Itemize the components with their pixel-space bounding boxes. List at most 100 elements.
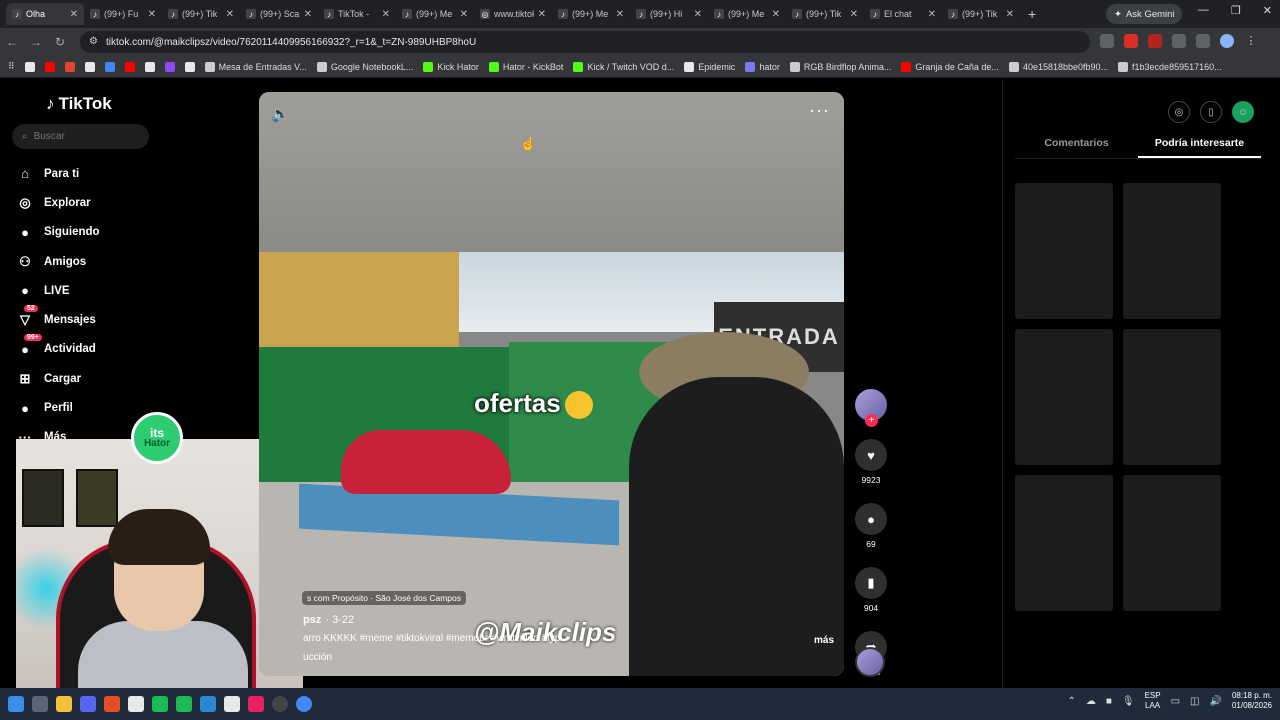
like-action[interactable]: ♥ 9923 bbox=[855, 439, 887, 485]
app-icon[interactable] bbox=[128, 696, 144, 712]
bookmark-item[interactable] bbox=[184, 61, 195, 72]
app-icon[interactable] bbox=[248, 696, 264, 712]
chrome-icon[interactable] bbox=[296, 696, 312, 712]
bookmark-item[interactable] bbox=[144, 61, 155, 72]
url-field[interactable]: ⚙ tiktok.com/@maikclipsz/video/762011440… bbox=[80, 31, 1090, 53]
bookmark-item[interactable]: Kick / Twitch VOD d... bbox=[573, 61, 674, 72]
tab-close-icon[interactable]: ✕ bbox=[148, 9, 156, 20]
sidebar-item[interactable]: ◎ Explorar bbox=[16, 188, 100, 217]
video-player[interactable]: ENTRADA ofertas 🔈 ··· @Maikclips s com P… bbox=[259, 92, 844, 676]
tab-close-icon[interactable]: ✕ bbox=[460, 9, 468, 20]
creator-avatar[interactable]: + bbox=[855, 389, 887, 427]
volume-icon[interactable]: 🔊 bbox=[1210, 696, 1222, 707]
bookmark-item[interactable]: hator bbox=[745, 61, 780, 72]
language-indicator[interactable]: ESP LAA bbox=[1145, 691, 1161, 710]
sidebar-item[interactable]: ⌂ Para ti bbox=[16, 159, 100, 188]
author-name[interactable]: psz bbox=[303, 614, 321, 626]
bookmark-item[interactable] bbox=[124, 61, 135, 72]
extension-icon[interactable] bbox=[1100, 34, 1114, 48]
back-icon[interactable]: ← bbox=[0, 35, 24, 49]
tab-close-icon[interactable]: ✕ bbox=[772, 9, 780, 20]
bookmark-item[interactable] bbox=[44, 61, 55, 72]
spotify-icon[interactable] bbox=[176, 696, 192, 712]
description-more-link[interactable]: más bbox=[814, 635, 834, 646]
menu-icon[interactable]: ⋮ bbox=[1244, 34, 1258, 48]
bookmark-item[interactable]: Granja de Caña de... bbox=[901, 61, 999, 72]
clock[interactable]: 08:18 p. m. 01/08/2026 bbox=[1232, 691, 1272, 711]
bookmark-icon[interactable]: ▮ bbox=[855, 567, 887, 599]
extension-icon[interactable] bbox=[1124, 34, 1138, 48]
bookmark-item[interactable]: Hator - KickBot bbox=[488, 61, 563, 72]
browser-tab[interactable]: ♪ Olha ✕ bbox=[6, 3, 84, 25]
network-icon[interactable]: ◫ bbox=[1190, 696, 1199, 707]
bookmark-item[interactable]: f1b3ecde859517160... bbox=[1118, 61, 1222, 72]
tab-close-icon[interactable]: ✕ bbox=[928, 9, 936, 20]
browser-tab[interactable]: ♪ El chat ✕ bbox=[864, 3, 942, 25]
tab-close-icon[interactable]: ✕ bbox=[304, 9, 312, 20]
browser-tab[interactable]: ♪ (99+) Tik ✕ bbox=[786, 3, 864, 25]
tab-podria-interesarte[interactable]: Podría interesarte bbox=[1138, 131, 1261, 158]
profile-avatar-icon[interactable] bbox=[1220, 34, 1234, 48]
reload-icon[interactable]: ↻ bbox=[48, 35, 72, 49]
suggested-video-placeholder[interactable] bbox=[1123, 183, 1221, 319]
search-icon[interactable] bbox=[32, 696, 48, 712]
tab-comentarios[interactable]: Comentarios bbox=[1015, 131, 1138, 158]
tab-close-icon[interactable]: ✕ bbox=[70, 9, 78, 20]
app-icon[interactable] bbox=[152, 696, 168, 712]
sidebar-item[interactable]: ▽ 52 Mensajes bbox=[16, 305, 100, 334]
browser-tab[interactable]: ♪ (99+) Tik ✕ bbox=[942, 3, 1020, 25]
suggested-video-placeholder[interactable] bbox=[1015, 475, 1113, 611]
follow-plus-icon[interactable]: + bbox=[865, 414, 878, 427]
browser-tab[interactable]: ♪ (99+) Me ✕ bbox=[708, 3, 786, 25]
bookmark-item[interactable] bbox=[84, 61, 95, 72]
bookmark-item[interactable] bbox=[164, 61, 175, 72]
browser-tab[interactable]: ♪ (99+) Sca ✕ bbox=[240, 3, 318, 25]
microphone-icon[interactable]: 🎙 bbox=[1122, 696, 1135, 707]
browser-tab[interactable]: ♪ (99+) Me ✕ bbox=[552, 3, 630, 25]
obs-icon[interactable] bbox=[272, 696, 288, 712]
phone-icon[interactable]: ▯ bbox=[1200, 101, 1222, 123]
bookmark-item[interactable] bbox=[24, 61, 35, 72]
heart-icon[interactable]: ♥ bbox=[855, 439, 887, 471]
tab-close-icon[interactable]: ✕ bbox=[850, 9, 858, 20]
sidebar-item[interactable]: ● LIVE bbox=[16, 276, 100, 305]
sidebar-item[interactable]: ⚇ Amigos bbox=[16, 247, 100, 276]
user-avatar[interactable]: ☺ bbox=[1232, 101, 1254, 123]
bookmark-item[interactable]: Kick Hator bbox=[423, 61, 479, 72]
suggested-video-placeholder[interactable] bbox=[1015, 183, 1113, 319]
bookmark-item[interactable] bbox=[104, 61, 115, 72]
location-tag[interactable]: s com Propósito · São José dos Campos bbox=[302, 591, 467, 605]
suggested-video-placeholder[interactable] bbox=[1123, 475, 1221, 611]
tiktok-logo[interactable]: ♪ TikTok bbox=[46, 94, 112, 114]
app-icon[interactable] bbox=[104, 696, 120, 712]
sidebar-item[interactable]: ● Perfil bbox=[16, 393, 100, 422]
music-disc-avatar[interactable] bbox=[855, 647, 885, 677]
save-action[interactable]: ▮ 904 bbox=[855, 567, 887, 613]
app-icon[interactable] bbox=[224, 696, 240, 712]
bookmark-item[interactable] bbox=[64, 61, 75, 72]
apps-grid-icon[interactable]: ⠿ bbox=[8, 61, 15, 72]
suggested-video-placeholder[interactable] bbox=[1123, 329, 1221, 465]
cloud-icon[interactable]: ☁ bbox=[1086, 696, 1096, 707]
bookmark-item[interactable]: Google NotebookL... bbox=[316, 61, 413, 72]
tab-close-icon[interactable]: ✕ bbox=[226, 9, 234, 20]
sidebar-item[interactable]: ⊞ Cargar bbox=[16, 364, 100, 393]
extension-icon[interactable] bbox=[1172, 34, 1186, 48]
tab-close-icon[interactable]: ✕ bbox=[382, 9, 390, 20]
browser-tab[interactable]: ♪ (99+) Me ✕ bbox=[396, 3, 474, 25]
volume-icon[interactable]: 🔈 bbox=[271, 105, 290, 123]
more-options-icon[interactable]: ··· bbox=[809, 100, 830, 121]
discord-icon[interactable] bbox=[80, 696, 96, 712]
bookmark-item[interactable]: RGB Birdflop Anima... bbox=[789, 61, 891, 72]
browser-tab[interactable]: ◎ www.tiktok ✕ bbox=[474, 3, 552, 25]
app-icon[interactable] bbox=[200, 696, 216, 712]
browser-tab[interactable]: ♪ (99+) Hi ✕ bbox=[630, 3, 708, 25]
comment-action[interactable]: ● 69 bbox=[855, 503, 887, 549]
browser-tab[interactable]: ♪ (99+) Tik ✕ bbox=[162, 3, 240, 25]
windows-start-icon[interactable] bbox=[8, 696, 24, 712]
close-window-icon[interactable]: ✕ bbox=[1263, 4, 1272, 17]
video-music[interactable]: ucción bbox=[303, 652, 332, 663]
tab-close-icon[interactable]: ✕ bbox=[1006, 9, 1014, 20]
tab-close-icon[interactable]: ✕ bbox=[538, 9, 546, 20]
ask-gemini-button[interactable]: ✦ Ask Gemini bbox=[1106, 4, 1182, 24]
